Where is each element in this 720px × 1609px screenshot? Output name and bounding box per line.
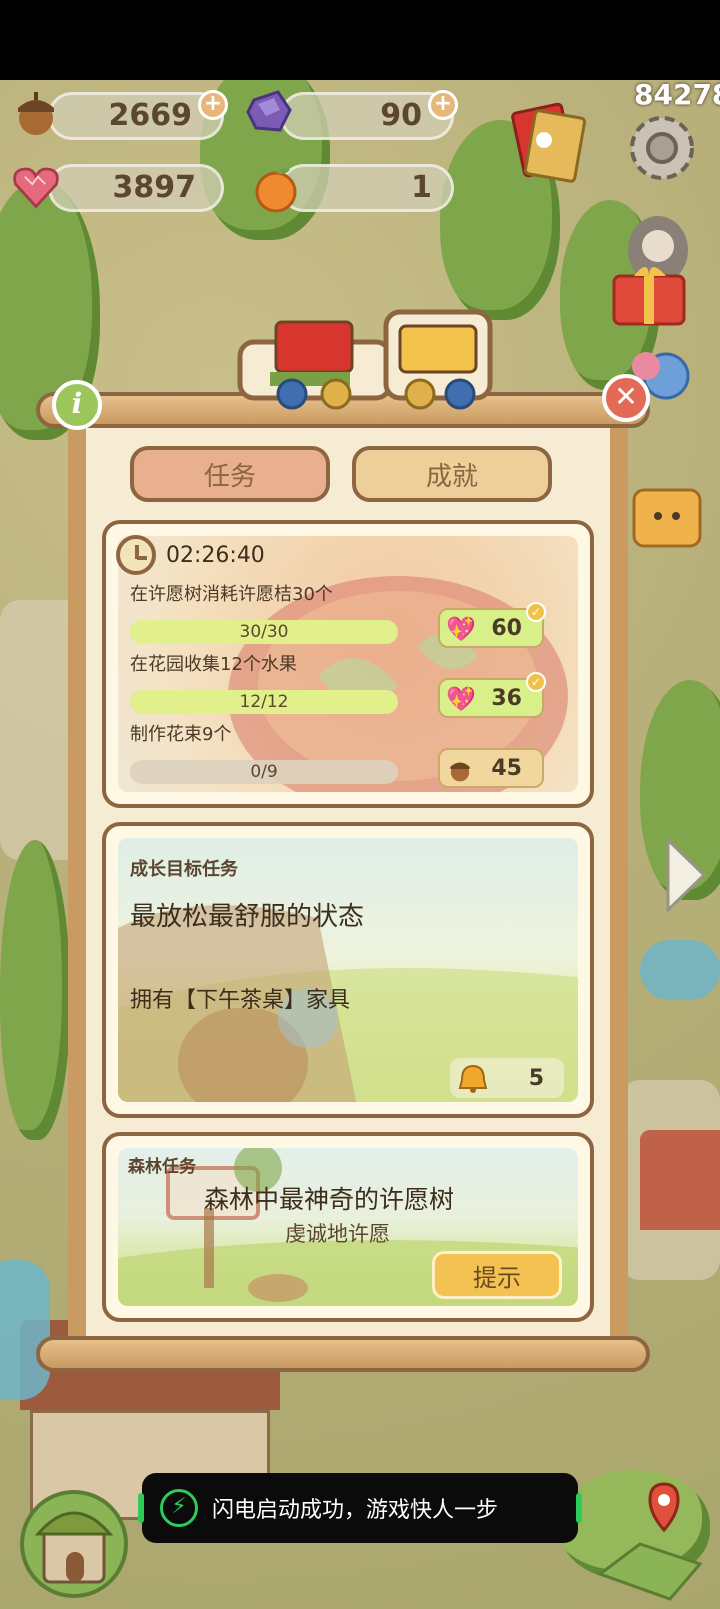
toy-train-icon: [236, 302, 494, 422]
task-progress-bar: 0/9: [130, 760, 398, 784]
task-title: 制作花束9个: [130, 724, 232, 745]
task-progress-bar: 30/30: [130, 620, 398, 644]
task-reward-amount: 36: [491, 685, 522, 711]
tab-achievement[interactable]: 成就: [352, 446, 552, 502]
task-reward-amount: 45: [491, 755, 522, 781]
scroll-bottom-rod: [36, 1336, 650, 1372]
forest-task-title: 森林中最神奇的许愿树: [204, 1185, 455, 1214]
growth-task-reward: 5: [450, 1058, 564, 1098]
completed-check-icon: ✓: [526, 672, 546, 692]
growth-task-requirement: 拥有【下午茶桌】家具: [130, 988, 351, 1013]
task-progress-text: 0/9: [250, 762, 278, 782]
map-pin-icon[interactable]: [590, 1474, 710, 1604]
gift-box-icon[interactable]: [608, 210, 698, 330]
heart-gem-icon: [10, 160, 62, 212]
hint-button[interactable]: 提示: [432, 1251, 562, 1299]
timer-clock-icon: [116, 535, 156, 575]
task-progress-text: 12/12: [239, 692, 289, 712]
task-progress-bar: 12/12: [130, 690, 398, 714]
growth-task-title: 最放松最舒服的状态: [130, 902, 365, 932]
toast-notification: ⚡ 闪电启动成功，游戏快人一步: [138, 1473, 582, 1543]
home-house-icon[interactable]: [18, 1482, 130, 1602]
next-arrow-icon[interactable]: [660, 830, 710, 920]
orange-fruit-icon: [250, 162, 302, 214]
tab-task[interactable]: 任务: [130, 446, 330, 502]
acorn-icon: [10, 86, 62, 138]
gear-icon[interactable]: [620, 106, 704, 190]
acorn-icon: [446, 755, 474, 789]
gem-value: 90: [380, 98, 422, 133]
status-bar: [0, 0, 720, 80]
task-timer: 02:26:40: [166, 543, 265, 568]
heart-gem-icon: 💖: [446, 685, 476, 713]
purple-gem-icon: [244, 86, 296, 138]
close-button[interactable]: ✕: [602, 374, 650, 422]
toast-text: 闪电启动成功，游戏快人一步: [212, 1498, 499, 1523]
task-progress-text: 30/30: [239, 622, 289, 642]
tv-character-icon[interactable]: [628, 480, 708, 560]
bell-icon: [456, 1062, 490, 1102]
heart-gem-icon: 💖: [446, 615, 476, 643]
growth-task-header: 成长目标任务: [130, 859, 238, 880]
lightning-icon: ⚡: [160, 1489, 198, 1527]
task-reward[interactable]: 45: [438, 748, 544, 788]
forest-task-subtitle: 虔诚地许愿: [285, 1222, 390, 1246]
task-title: 在许愿树消耗许愿桔30个: [130, 584, 333, 605]
add-gem-button[interactable]: +: [428, 90, 458, 120]
task-title: 在花园收集12个水果: [130, 654, 297, 675]
info-button[interactable]: i: [52, 380, 102, 430]
heart-gem-value: 3897: [112, 170, 197, 205]
orange-value: 1: [411, 170, 432, 205]
growth-task-reward-amount: 5: [528, 1065, 544, 1091]
acorn-value: 2669: [108, 98, 193, 133]
forest-task-header: 森林任务: [128, 1157, 196, 1177]
completed-check-icon: ✓: [526, 602, 546, 622]
envelope-card-icon[interactable]: [508, 96, 588, 186]
add-acorn-button[interactable]: +: [198, 90, 228, 120]
task-reward-amount: 60: [491, 615, 522, 641]
